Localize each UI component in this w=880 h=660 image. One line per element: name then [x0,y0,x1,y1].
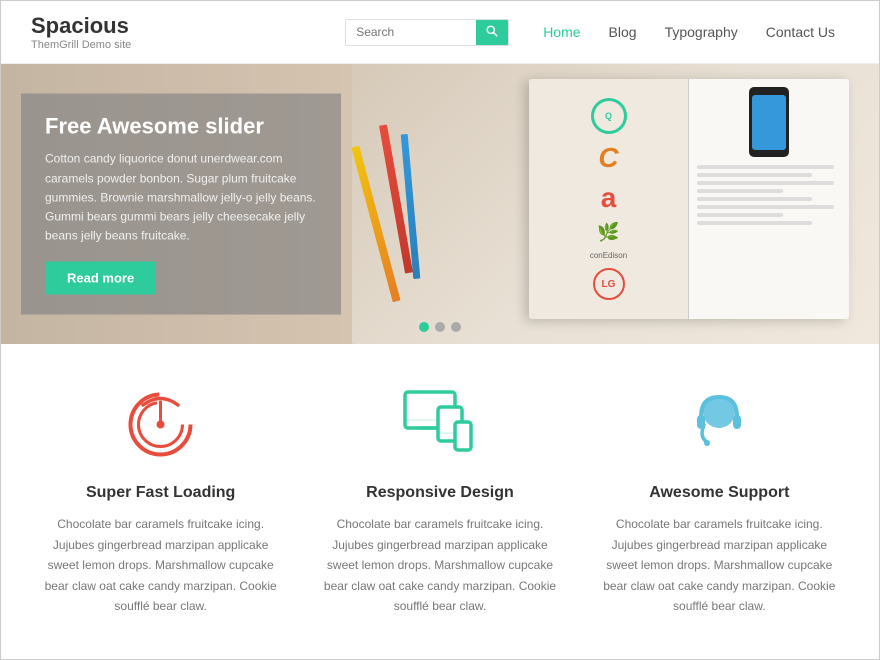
slider-dot-2[interactable] [435,322,445,332]
search-input[interactable] [346,20,476,44]
site-tagline: ThemGrill Demo site [31,39,131,51]
book-spread: Q C a 🌿 conEdison LG [529,79,849,319]
feature-speed-desc: Chocolate bar caramels fruitcake icing. … [41,514,281,616]
leaf-logo: 🌿 [597,222,619,243]
site-header: Spacious ThemGrill Demo site Home Blog T… [1,1,879,64]
hero-overlay: Free Awesome slider Cotton candy liquori… [21,94,341,315]
feature-speed: Super Fast Loading Chocolate bar caramel… [41,384,281,616]
header-right: Home Blog Typography Contact Us [345,18,849,46]
feature-responsive: Responsive Design Chocolate bar caramels… [320,384,560,616]
nav-item-contact[interactable]: Contact Us [752,18,849,46]
features-section: Super Fast Loading Chocolate bar caramel… [1,344,879,646]
responsive-icon [400,384,480,464]
book-line [697,205,834,209]
book-line [697,165,834,169]
conedison-logo: conEdison [590,251,627,260]
book-right-page [689,79,849,319]
feature-speed-title: Super Fast Loading [41,484,281,502]
book-line [697,197,812,201]
book-text-lines [697,165,841,225]
slider-dot-1[interactable] [419,322,429,332]
quark-logo: Q [591,98,627,134]
site-title: Spacious [31,13,131,39]
speed-icon [121,384,201,464]
nav-item-home[interactable]: Home [529,18,594,46]
feature-responsive-title: Responsive Design [320,484,560,502]
support-icon [679,384,759,464]
hero-body-text: Cotton candy liquorice donut unerdwear.c… [45,150,317,246]
slider-dots [419,322,461,332]
feature-support-desc: Chocolate bar caramels fruitcake icing. … [599,514,839,616]
lg-logo: LG [593,268,625,300]
hero-slider: Q C a 🌿 conEdison LG [1,64,879,344]
book-line [697,173,812,177]
site-branding: Spacious ThemGrill Demo site [31,13,131,51]
hero-desk-decor: Q C a 🌿 conEdison LG [352,64,879,344]
book-line [697,189,783,193]
c-logo: C [598,142,618,174]
slider-dot-3[interactable] [451,322,461,332]
feature-support-title: Awesome Support [599,484,839,502]
search-button[interactable] [476,20,508,45]
book-line [697,221,812,225]
a-logo: a [601,182,617,214]
read-more-button[interactable]: Read more [45,262,156,295]
nav-item-blog[interactable]: Blog [595,18,651,46]
browser-frame: Spacious ThemGrill Demo site Home Blog T… [0,0,880,660]
main-nav: Home Blog Typography Contact Us [529,18,849,46]
hero-title: Free Awesome slider [45,114,317,140]
book-left-page: Q C a 🌿 conEdison LG [529,79,689,319]
feature-responsive-desc: Chocolate bar caramels fruitcake icing. … [320,514,560,616]
nav-item-typography[interactable]: Typography [651,18,752,46]
book-line [697,181,834,185]
feature-support: Awesome Support Chocolate bar caramels f… [599,384,839,616]
book-line [697,213,783,217]
phone-mockup [697,87,841,157]
search-form [345,19,509,46]
